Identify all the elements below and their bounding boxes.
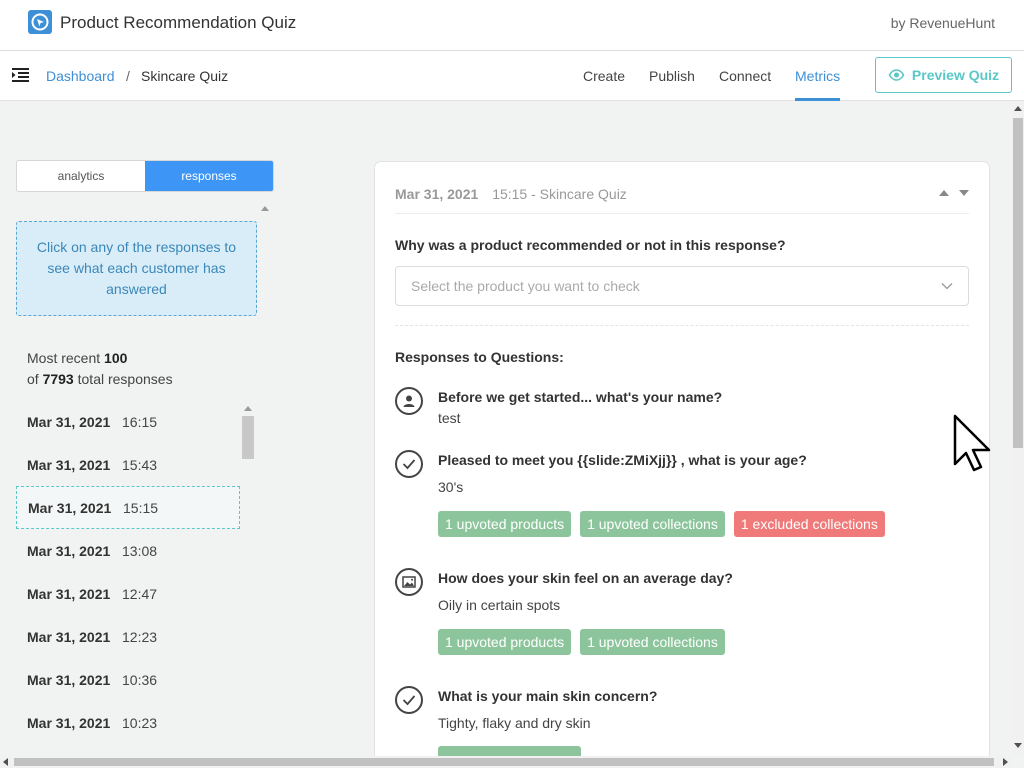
response-nav (939, 190, 969, 196)
why-recommended-question: Why was a product recommended or not in … (395, 237, 786, 253)
page-horizontal-scrollbar-thumb[interactable] (14, 758, 994, 766)
toggle-analytics[interactable]: analytics (17, 161, 145, 191)
divider (395, 325, 969, 326)
response-date: Mar 31, 2021 (27, 671, 111, 688)
response-date: Mar 31, 2021 (27, 714, 111, 731)
response-time: 16:15 (122, 413, 158, 430)
active-tab-indicator (795, 98, 840, 101)
recommendation-tag[interactable]: 1 excluded collections (733, 511, 885, 537)
response-date: Mar 31, 2021 (27, 542, 111, 559)
next-response-icon[interactable] (959, 190, 969, 196)
mouse-cursor-icon (953, 414, 991, 472)
question-text: How does your skin feel on an average da… (438, 570, 733, 586)
response-list-item[interactable]: Mar 31, 2021 13:08 (16, 529, 240, 572)
question-text: What is your main skin concern? (438, 688, 658, 704)
view-toggle: analytics responses (16, 160, 274, 192)
response-list: Mar 31, 2021 16:15 Mar 31, 2021 15:43 Mar 31… (16, 400, 240, 744)
response-date: Mar 31, 2021 (395, 186, 479, 202)
tab-connect[interactable]: Connect (719, 68, 771, 84)
response-date: Mar 31, 2021 (27, 456, 111, 473)
check-circle-icon (395, 686, 423, 714)
recent-summary: Most recent 100 of 7793 total responses (27, 348, 173, 390)
nav-bar: Dashboard / Skincare Quiz Create Publish… (0, 51, 1024, 101)
scroll-left-arrow-icon[interactable] (3, 758, 8, 766)
breadcrumb-separator: / (126, 68, 130, 84)
recommendation-tag[interactable]: 1 upvoted collections (580, 511, 725, 537)
response-list-item[interactable]: Mar 31, 2021 15:43 (16, 443, 240, 486)
total-prefix: of (27, 371, 39, 387)
check-circle-icon (395, 450, 423, 478)
panel-scroll-up-icon[interactable] (261, 206, 269, 211)
response-list-item[interactable]: Mar 31, 2021 12:23 (16, 615, 240, 658)
response-time: 13:08 (122, 542, 158, 559)
total-suffix: total responses (77, 371, 173, 387)
eye-icon (888, 69, 905, 81)
recent-count: 100 (104, 350, 128, 366)
responses-title: Responses to Questions: (395, 349, 564, 365)
tab-metrics[interactable]: Metrics (795, 68, 840, 84)
response-time: 10:36 (122, 671, 158, 688)
recommendation-tag[interactable]: 1 upvoted products (438, 511, 572, 537)
response-time: 15:43 (122, 456, 158, 473)
preview-quiz-button[interactable]: Preview Quiz (875, 57, 1012, 93)
scroll-down-arrow-icon[interactable] (1014, 743, 1022, 748)
response-detail-card: Mar 31, 2021 15:15 - Skincare Quiz Why w… (374, 161, 990, 768)
previous-response-icon[interactable] (939, 190, 949, 196)
preview-quiz-label: Preview Quiz (911, 67, 1000, 83)
response-time: 12:23 (122, 628, 158, 645)
recommendation-tag[interactable]: 1 upvoted collections (580, 629, 725, 655)
toggle-responses[interactable]: responses (145, 161, 273, 191)
response-list-item[interactable]: Mar 31, 2021 16:15 (16, 400, 240, 443)
response-list-item[interactable]: Mar 31, 2021 12:47 (16, 572, 240, 615)
response-date: Mar 31, 2021 (27, 628, 111, 645)
answer-text: test (438, 410, 461, 426)
app-logo-icon (28, 10, 52, 34)
recommendation-tag[interactable]: 1 upvoted products (438, 629, 572, 655)
answer-text: Oily in certain spots (438, 597, 561, 613)
tab-publish[interactable]: Publish (649, 68, 695, 84)
chevron-down-icon (941, 283, 953, 290)
question-text: Pleased to meet you {{slide:ZMiXjj}} , w… (438, 452, 807, 468)
recent-prefix: Most recent (27, 350, 101, 366)
product-select-placeholder: Select the product you want to check (411, 278, 640, 294)
divider (395, 213, 969, 214)
info-hint: Click on any of the responses to see wha… (16, 221, 257, 316)
response-list-item[interactable]: Mar 31, 2021 15:15 (16, 486, 240, 529)
question-text: Before we get started... what's your nam… (438, 389, 723, 405)
response-time: 10:23 (122, 714, 158, 731)
user-icon (395, 387, 423, 415)
product-select[interactable]: Select the product you want to check (395, 266, 969, 306)
response-time: 15:15 (123, 499, 159, 516)
menu-toggle-icon[interactable] (12, 67, 30, 83)
tab-create[interactable]: Create (583, 68, 625, 84)
app-title: Product Recommendation Quiz (60, 13, 297, 32)
breadcrumb-dashboard[interactable]: Dashboard (46, 68, 115, 84)
app-header: Product Recommendation Quiz by RevenueHu… (0, 0, 1024, 51)
page-vertical-scrollbar-thumb[interactable] (1013, 118, 1023, 448)
response-list-item[interactable]: Mar 31, 2021 10:36 (16, 658, 240, 701)
app-by-label[interactable]: by RevenueHunt (891, 15, 995, 31)
answer-text: Tighty, flaky and dry skin (438, 715, 591, 731)
breadcrumb-current: Skincare Quiz (141, 68, 229, 84)
scroll-right-arrow-icon[interactable] (1003, 758, 1008, 766)
response-date: Mar 31, 2021 (27, 585, 111, 602)
response-date: Mar 31, 2021 (27, 413, 111, 430)
response-detail-header: Mar 31, 2021 15:15 - Skincare Quiz (395, 186, 627, 202)
response-subtitle: 15:15 - Skincare Quiz (492, 186, 627, 202)
list-scrollbar-thumb[interactable] (242, 416, 254, 459)
list-scroll-up-icon[interactable] (244, 406, 252, 411)
recommendation-tags: 1 upvoted products 1 upvoted collections (438, 629, 725, 655)
scroll-up-arrow-icon[interactable] (1014, 106, 1022, 111)
image-icon (395, 568, 423, 596)
total-count: 7793 (42, 371, 74, 387)
answer-text: 30's (438, 479, 464, 495)
response-date: Mar 31, 2021 (28, 499, 112, 516)
response-list-item[interactable]: Mar 31, 2021 10:23 (16, 701, 240, 744)
recommendation-tags: 1 upvoted products 1 upvoted collections 1… (438, 511, 885, 537)
response-time: 12:47 (122, 585, 158, 602)
